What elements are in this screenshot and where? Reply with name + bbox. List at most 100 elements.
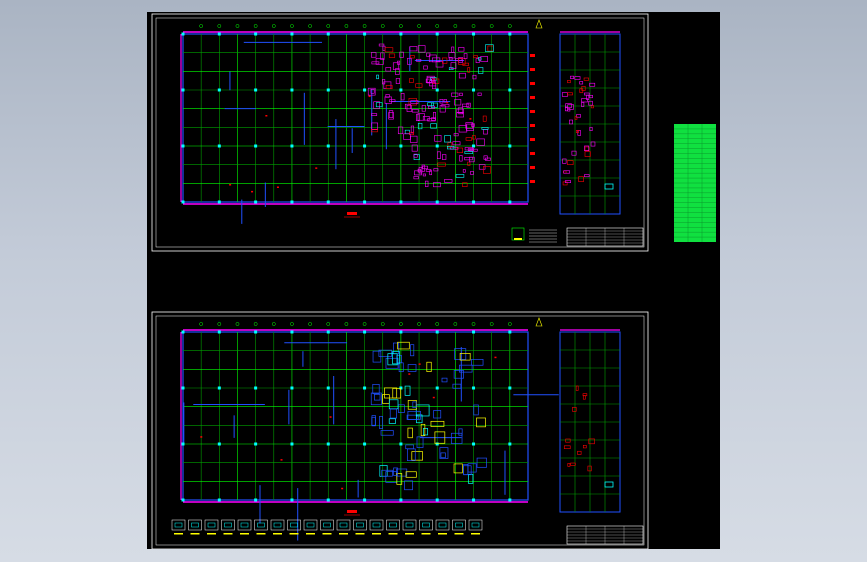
structural-column xyxy=(363,330,367,334)
grid-axis-bubble xyxy=(507,24,512,28)
detail-thumbnail xyxy=(204,519,219,531)
room-detail xyxy=(471,358,484,366)
detail-thumbnail-content xyxy=(306,522,315,528)
section-detail xyxy=(565,438,571,443)
plan-title-marker xyxy=(347,212,357,215)
grid-axis-bubble xyxy=(308,24,312,28)
section-detail xyxy=(570,75,575,79)
grid-axis-bubble xyxy=(399,322,403,326)
section-detail xyxy=(579,81,584,85)
room-detail xyxy=(389,408,397,419)
annotation-tag xyxy=(315,167,318,169)
room-detail xyxy=(467,473,474,484)
structural-column xyxy=(508,442,512,446)
detail-thumbnail xyxy=(402,519,417,531)
detail-fixture xyxy=(421,105,426,112)
detail-fixture xyxy=(464,157,473,161)
grid-axis-bubble xyxy=(489,24,494,28)
structural-column xyxy=(399,144,403,148)
structural-column xyxy=(254,200,258,204)
structural-column xyxy=(508,200,512,204)
detail-fixture xyxy=(483,128,488,135)
room-detail xyxy=(407,364,417,372)
structural-column xyxy=(326,442,330,446)
detail-fixture xyxy=(437,151,441,159)
structural-column xyxy=(435,498,439,502)
structural-column xyxy=(181,32,185,36)
section-detail xyxy=(574,76,581,80)
grid-axis-bubble xyxy=(362,322,367,326)
section-detail xyxy=(569,119,573,125)
structural-column xyxy=(508,386,512,390)
detail-fixture xyxy=(404,129,410,134)
section-marker xyxy=(530,138,535,141)
section-detail xyxy=(567,463,571,467)
section-marker xyxy=(530,54,535,57)
grid-axis-bubble xyxy=(380,24,385,28)
grid-axis-bubble xyxy=(235,24,240,28)
structural-column xyxy=(435,144,439,148)
section-marker xyxy=(530,96,535,99)
structural-column xyxy=(472,442,476,446)
detail-fixture xyxy=(455,174,465,178)
room-detail xyxy=(382,394,390,404)
room-detail xyxy=(458,428,463,436)
detail-thumbnail xyxy=(369,519,384,531)
cad-drawing-canvas[interactable] xyxy=(147,12,720,549)
detail-fixture xyxy=(434,135,442,142)
structural-column xyxy=(181,88,185,92)
structural-column xyxy=(472,32,476,36)
annotation-tag xyxy=(276,186,279,189)
section-detail xyxy=(588,100,593,106)
room-detail xyxy=(426,361,432,372)
detail-thumbnail-label xyxy=(339,533,348,535)
structural-column xyxy=(472,386,476,390)
room-detail xyxy=(407,427,413,439)
structural-column xyxy=(217,144,221,148)
structural-column xyxy=(508,88,512,92)
section-detail xyxy=(584,92,590,96)
detail-fixture xyxy=(459,155,463,162)
detail-fixture xyxy=(444,135,452,143)
detail-fixture xyxy=(382,45,386,51)
structural-column xyxy=(399,442,403,446)
structural-column xyxy=(181,498,185,502)
section-detail xyxy=(571,150,577,156)
room-detail xyxy=(405,471,417,478)
grid-axis-bubble xyxy=(290,24,294,28)
structural-column xyxy=(399,498,403,502)
detail-thumbnail xyxy=(254,519,268,531)
structural-column xyxy=(399,32,403,36)
detail-fixture xyxy=(476,138,485,146)
grid-axis-bubble xyxy=(326,24,331,28)
room-detail xyxy=(404,480,413,491)
structural-column xyxy=(217,498,221,502)
cad-drawing-viewport[interactable] xyxy=(147,12,720,549)
grid-axis-bubble xyxy=(290,322,294,326)
grid-axis-bubble xyxy=(217,24,222,28)
detail-fixture xyxy=(371,52,377,58)
detail-thumbnail-content xyxy=(323,522,331,528)
annotation-tag xyxy=(280,459,283,461)
annotation-tag xyxy=(329,416,332,418)
section-marker xyxy=(530,166,535,169)
detail-fixture xyxy=(388,53,396,58)
structural-column xyxy=(508,144,512,148)
section-detail xyxy=(584,174,590,178)
detail-fixture xyxy=(483,155,488,160)
detail-fixture xyxy=(480,56,488,62)
detail-thumbnail-label xyxy=(438,533,447,535)
structural-column xyxy=(326,88,330,92)
detail-fixture xyxy=(378,43,385,47)
detail-fixture xyxy=(470,170,474,175)
detail-fixture xyxy=(395,78,400,84)
structural-column xyxy=(290,88,294,92)
room-detail xyxy=(397,404,405,413)
annotation-tag xyxy=(200,436,203,438)
detail-thumbnail-content xyxy=(207,522,216,528)
detail-fixture xyxy=(385,67,392,72)
sheet-outer-frame xyxy=(151,13,649,252)
structural-column xyxy=(508,330,512,334)
detail-fixture xyxy=(409,46,418,52)
detail-fixture xyxy=(422,173,426,177)
